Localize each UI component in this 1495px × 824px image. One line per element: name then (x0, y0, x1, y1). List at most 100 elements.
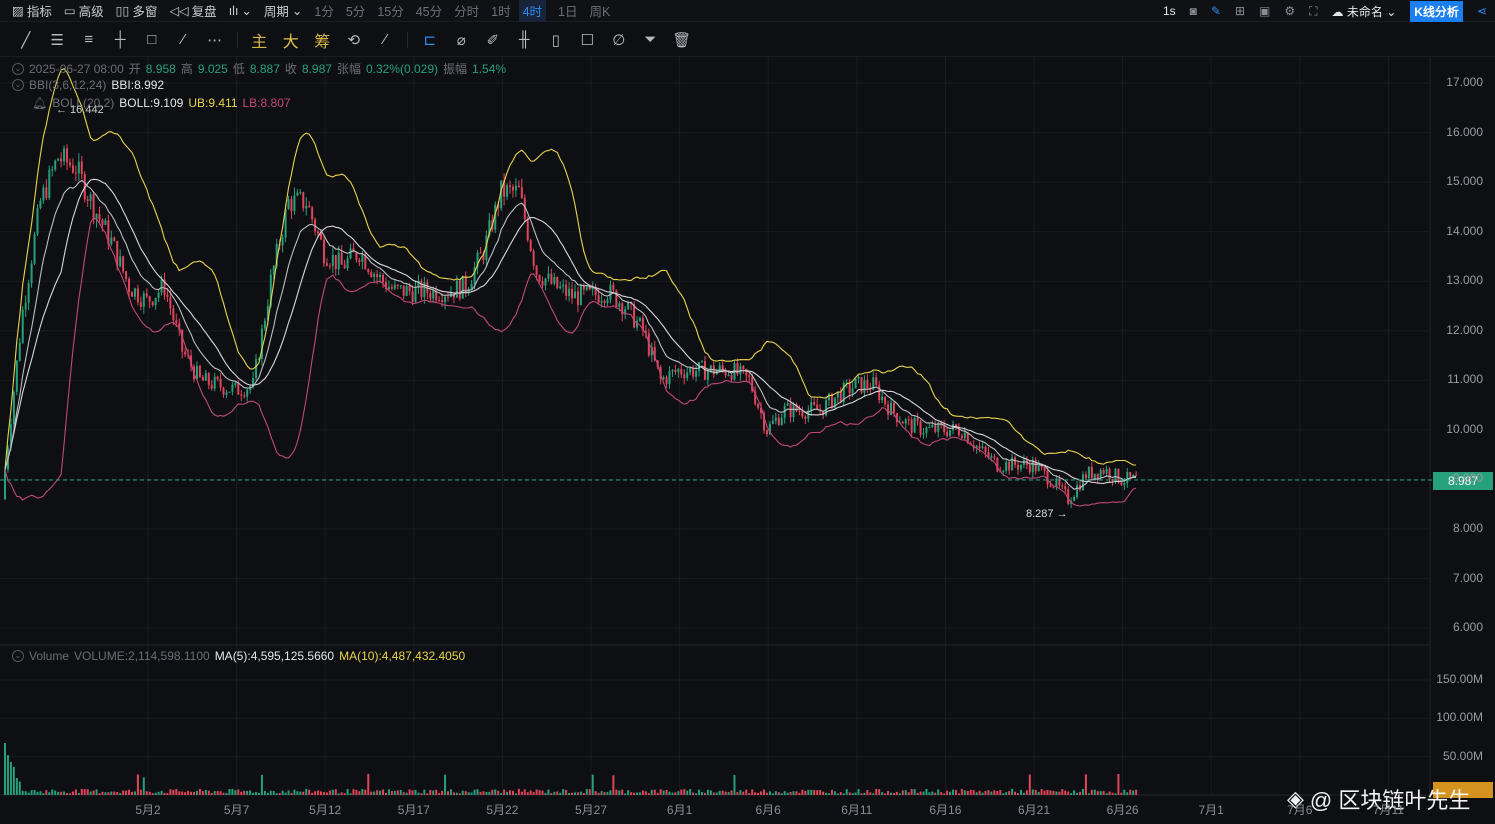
volume-bar (411, 790, 414, 795)
high-marker: ← 16.442 (56, 104, 104, 116)
volume-bar (361, 789, 364, 795)
candle (101, 219, 104, 225)
candle (1087, 467, 1090, 479)
low-marker: 8.287 → (1026, 508, 1068, 520)
volume-bar (1132, 790, 1135, 795)
candle (128, 278, 131, 293)
volume-bar (1011, 788, 1014, 795)
candle (225, 392, 228, 395)
volume-bar (712, 792, 715, 795)
candle (68, 162, 71, 166)
volume-bar (1096, 791, 1099, 795)
volume-bar (934, 792, 937, 795)
candle (104, 220, 107, 225)
volume-bar (839, 792, 842, 795)
candle (399, 285, 402, 287)
volume-bar (990, 791, 993, 795)
candle (633, 304, 636, 328)
candle (166, 294, 169, 297)
collapse-icon[interactable]: ⌄ (12, 650, 24, 662)
volume-bar (1046, 789, 1049, 795)
volume-bar (373, 791, 376, 795)
volume-bar (538, 790, 541, 795)
volume-bar (816, 790, 819, 795)
volume-bar (1031, 789, 1034, 795)
candle (130, 292, 133, 297)
candle (571, 288, 574, 299)
volume-bar (216, 791, 219, 795)
volume-bar (674, 792, 677, 795)
volume-bar (24, 791, 27, 795)
collapse-icon[interactable]: ⌄ (12, 79, 24, 91)
volume-bar (104, 792, 107, 795)
candle (195, 365, 198, 380)
candle (299, 192, 302, 194)
candle (438, 300, 441, 302)
candle (441, 300, 444, 303)
volume-bar (987, 790, 990, 795)
volume-bar (346, 788, 349, 795)
candle (317, 231, 320, 234)
candle (804, 416, 807, 419)
candle (74, 172, 77, 174)
candle (1096, 473, 1099, 479)
candle (373, 274, 376, 277)
volume-bar (317, 790, 320, 795)
volume-bar (1014, 791, 1017, 795)
candle (727, 375, 730, 377)
volume-bar (659, 789, 662, 795)
volume-bar (665, 789, 668, 795)
candle (51, 169, 54, 171)
price-tick: 9.000 (1452, 471, 1483, 486)
volume-bar (881, 792, 884, 795)
volume-bar (594, 791, 597, 795)
candle (1049, 484, 1052, 487)
volume-bar (83, 789, 86, 795)
candle (1064, 486, 1067, 490)
bell-icon[interactable]: 🔔︎ (32, 96, 47, 110)
volume-bar (393, 791, 396, 795)
candle (322, 239, 325, 264)
time-tick: 7月1 (1198, 803, 1224, 817)
candle (110, 237, 113, 245)
time-tick: 5月17 (397, 803, 430, 817)
volume-bar (18, 781, 21, 795)
volume-bar (198, 788, 201, 795)
volume-bar (830, 789, 833, 795)
candle (904, 419, 907, 424)
volume-bar (387, 789, 390, 795)
volume-bar (892, 792, 895, 795)
candle (201, 376, 204, 381)
volume-bar (576, 792, 579, 795)
volume-bar (585, 789, 588, 795)
volume-bar (107, 792, 110, 795)
volume-bar (884, 793, 887, 795)
candle (774, 417, 777, 421)
candle (139, 302, 142, 307)
candle (1019, 464, 1022, 470)
volume-bar (813, 789, 816, 795)
candle (627, 302, 630, 310)
kline-chart[interactable] (0, 0, 1495, 824)
candle (765, 430, 768, 435)
volume-bar (195, 790, 198, 795)
volume-bar (299, 791, 302, 795)
volume-bar (653, 789, 656, 795)
candle (576, 291, 579, 305)
volume-bar (1028, 774, 1031, 795)
volume-bar (1070, 793, 1073, 795)
volume-bar (509, 790, 512, 795)
volume-bar (201, 791, 204, 795)
collapse-icon[interactable]: ⌄ (12, 62, 24, 75)
volume-bar (960, 788, 963, 795)
candle (136, 288, 139, 303)
candle (514, 185, 517, 191)
candle (255, 359, 258, 378)
volume-bar (125, 790, 128, 795)
volume-bar (1005, 792, 1008, 795)
volume-bar (984, 790, 987, 795)
candle (863, 380, 866, 393)
volume-bar (234, 790, 237, 795)
volume-bar (482, 791, 485, 795)
candle (408, 286, 411, 292)
